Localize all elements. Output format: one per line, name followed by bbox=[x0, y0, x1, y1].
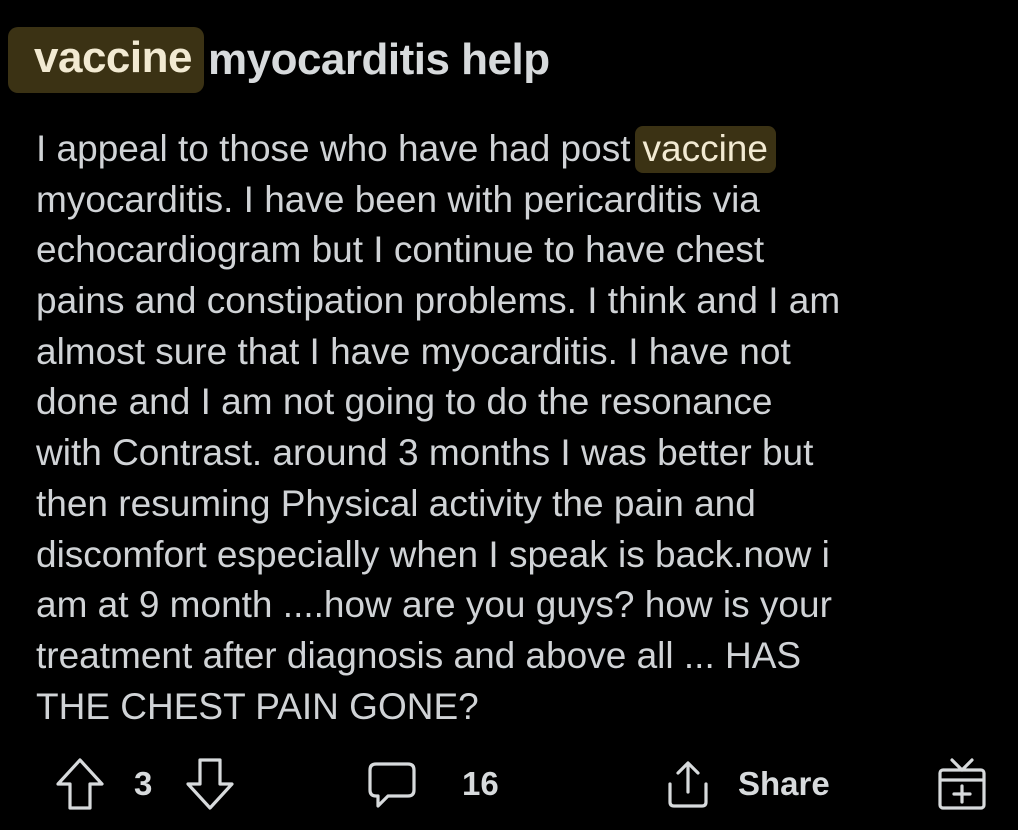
upvote-arrow-icon bbox=[54, 756, 106, 812]
body-line: I appeal to those who have had post vacci… bbox=[36, 124, 996, 175]
search-highlight: vaccine bbox=[634, 126, 776, 173]
body-line: discomfort especially when I speak is ba… bbox=[36, 533, 830, 575]
body-line: myocarditis. I have been with pericardit… bbox=[36, 178, 760, 220]
body-line: pains and constipation problems. I think… bbox=[36, 280, 841, 322]
search-highlight: vaccine bbox=[8, 27, 204, 93]
body-line: done and I am not going to do the resona… bbox=[36, 381, 773, 423]
downvote-arrow-icon bbox=[184, 756, 236, 812]
post-title[interactable]: vaccine myocarditis help bbox=[8, 26, 550, 94]
body-line: almost sure that I have myocarditis. I h… bbox=[36, 330, 791, 372]
post-body: I appeal to those who have had post vacci… bbox=[36, 124, 996, 732]
body-line: THE CHEST PAIN GONE? bbox=[36, 685, 479, 727]
comments-button[interactable] bbox=[364, 748, 420, 820]
upvote-button[interactable] bbox=[54, 748, 106, 820]
body-line: am at 9 month ....how are you guys? how … bbox=[36, 584, 832, 626]
comment-bubble-icon bbox=[364, 756, 420, 812]
body-line: echocardiogram but I continue to have ch… bbox=[36, 229, 765, 271]
vote-count: 3 bbox=[134, 765, 153, 802]
share-button[interactable]: Share bbox=[660, 748, 830, 820]
share-upload-icon bbox=[660, 756, 716, 812]
post: vaccine myocarditis help I appeal to tho… bbox=[0, 0, 1018, 830]
body-line: then resuming Physical activity the pain… bbox=[36, 482, 756, 524]
downvote-button[interactable] bbox=[184, 748, 236, 820]
post-action-bar: 3 16 Share bbox=[0, 748, 1018, 820]
gift-award-icon bbox=[934, 754, 990, 814]
comment-count: 16 bbox=[462, 765, 499, 802]
body-line: with Contrast. around 3 months I was bet… bbox=[36, 432, 814, 474]
post-title-text: myocarditis help bbox=[207, 35, 550, 84]
share-label: Share bbox=[738, 765, 830, 802]
award-button[interactable] bbox=[934, 748, 990, 820]
body-line: treatment after diagnosis and above all … bbox=[36, 634, 802, 676]
